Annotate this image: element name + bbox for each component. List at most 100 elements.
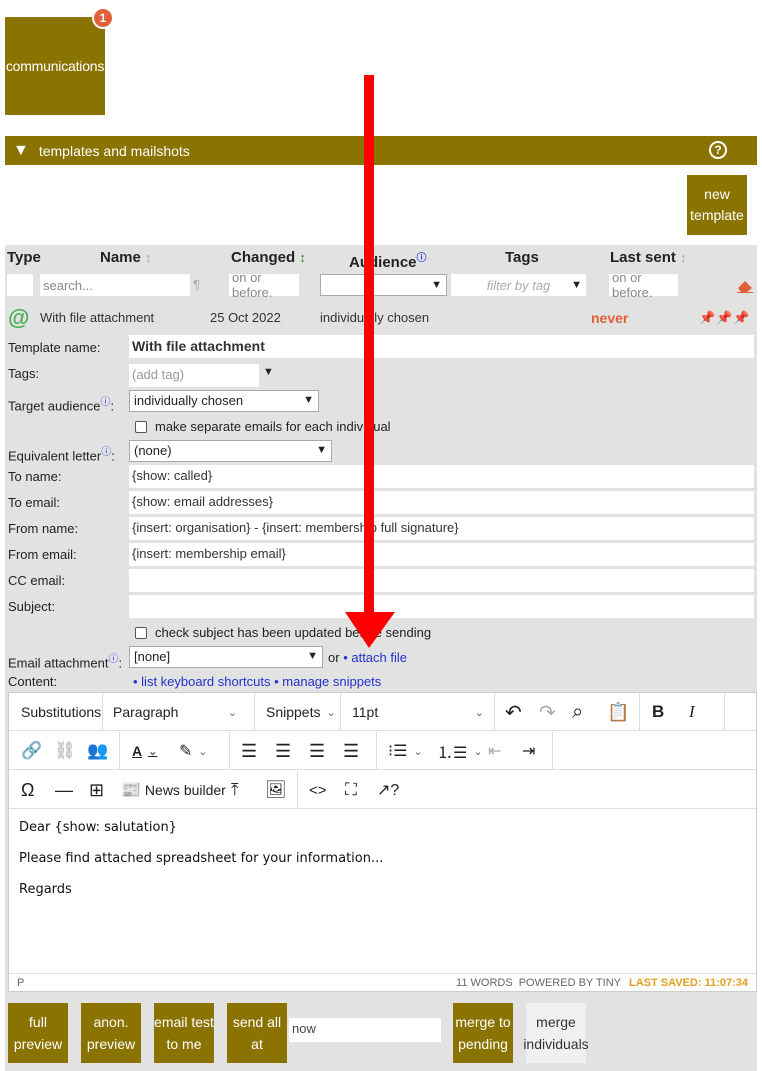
image-icon[interactable]: 🖼 bbox=[265, 771, 287, 809]
text-color-icon[interactable]: A ⌄ bbox=[132, 732, 157, 770]
special-char-icon[interactable]: Ω bbox=[21, 771, 34, 809]
type-filter[interactable] bbox=[7, 274, 33, 296]
editor-content[interactable]: Dear {show: salutation} Please find atta… bbox=[9, 810, 756, 923]
align-justify-icon[interactable]: ☰ bbox=[343, 732, 359, 770]
subject-input[interactable] bbox=[129, 595, 754, 618]
template-name-input[interactable]: With file attachment bbox=[129, 335, 754, 358]
new-template-button[interactable]: new template bbox=[687, 175, 747, 235]
upload-icon[interactable]: ⤒ bbox=[231, 771, 239, 809]
numbered-list-icon[interactable]: ⒈☰ ⌄ bbox=[437, 732, 483, 770]
anon-preview-button[interactable]: anon. preview bbox=[81, 1003, 141, 1063]
changed-filter-input[interactable]: on or before. bbox=[229, 270, 299, 300]
email-test-button[interactable]: email test to me bbox=[154, 1003, 214, 1063]
pin-icon[interactable]: 📌 bbox=[699, 310, 715, 326]
email-type-icon: @ bbox=[8, 305, 30, 330]
font-size-select[interactable]: 11pt ⌄ bbox=[352, 693, 484, 731]
tags-filter-select[interactable]: filter by tag ▼ bbox=[451, 274, 586, 296]
snippets-menu[interactable]: Snippets ⌄ bbox=[266, 693, 336, 731]
help-icon[interactable]: ⓘ bbox=[417, 253, 427, 264]
pin-icon[interactable]: 📌 bbox=[733, 310, 749, 326]
column-name-label: Name bbox=[100, 249, 141, 266]
tags-input[interactable]: (add tag) bbox=[129, 364, 259, 387]
send-time-input[interactable]: now bbox=[289, 1018, 441, 1042]
send-all-at-button[interactable]: send all at bbox=[227, 1003, 287, 1063]
list-shortcuts-link[interactable]: • list keyboard shortcuts bbox=[133, 674, 271, 689]
help-icon[interactable]: ⓘ bbox=[101, 397, 111, 408]
audience-filter-select[interactable]: ▼ bbox=[320, 274, 447, 296]
element-path[interactable]: P bbox=[17, 977, 24, 989]
word-count[interactable]: 11 WORDS bbox=[456, 977, 513, 989]
unlink-icon[interactable]: ⛓ bbox=[54, 732, 76, 770]
external-help-icon[interactable]: ↗? bbox=[377, 771, 399, 809]
from-email-input[interactable]: {insert: membership email} bbox=[129, 543, 754, 566]
column-audience-label: Audience bbox=[349, 254, 417, 271]
bullet-list-icon[interactable]: ⁝☰ ⌄ bbox=[388, 732, 423, 770]
collapse-triangle-icon[interactable]: ▼ bbox=[13, 142, 29, 160]
target-audience-select[interactable]: individually chosen ▼ bbox=[129, 390, 319, 412]
source-code-icon[interactable]: <> bbox=[309, 771, 327, 809]
tags-dropdown-icon[interactable]: ▼ bbox=[263, 366, 274, 378]
bold-button[interactable]: B bbox=[652, 693, 664, 731]
attachment-select[interactable]: [none] ▼ bbox=[129, 646, 323, 668]
separate-emails-checkbox[interactable]: make separate emails for each individual bbox=[135, 419, 391, 434]
pin-icon[interactable]: 📌 bbox=[716, 310, 732, 326]
sort-icon[interactable]: ↕ bbox=[145, 250, 152, 265]
to-email-input[interactable]: {show: email addresses} bbox=[129, 491, 754, 514]
full-preview-button[interactable]: full preview bbox=[8, 1003, 68, 1063]
redo-icon[interactable]: ↷ bbox=[539, 693, 556, 731]
manage-snippets-link[interactable]: • manage snippets bbox=[274, 674, 381, 689]
help-icon[interactable]: ⓘ bbox=[101, 447, 111, 458]
attach-file-link[interactable]: • attach file bbox=[343, 650, 407, 665]
align-center-icon[interactable]: ☰ bbox=[275, 732, 291, 770]
outdent-icon[interactable]: ⇤ bbox=[488, 732, 501, 770]
table-icon[interactable]: ⊞ bbox=[89, 771, 104, 809]
section-header[interactable]: ▼ templates and mailshots ? bbox=[5, 136, 757, 165]
name-search-input[interactable]: search... bbox=[40, 274, 190, 296]
fullscreen-icon[interactable]: ⛶ bbox=[345, 771, 357, 809]
merge-pending-button[interactable]: merge to pending bbox=[453, 1003, 513, 1063]
italic-button[interactable]: I bbox=[689, 693, 695, 731]
last-sent-filter-input[interactable]: on or before. bbox=[609, 270, 678, 300]
tags-placeholder: filter by tag bbox=[486, 277, 551, 293]
check-subject-checkbox[interactable]: check subject has been updated before se… bbox=[135, 625, 431, 640]
equivalent-letter-text: Equivalent letter bbox=[8, 448, 102, 464]
align-right-icon[interactable]: ☰ bbox=[309, 732, 325, 770]
checkbox[interactable] bbox=[135, 420, 147, 433]
undo-icon[interactable]: ↶ bbox=[505, 693, 522, 731]
indent-icon[interactable]: ⇥ bbox=[522, 732, 535, 770]
paragraph-select[interactable]: Paragraph ⌄ bbox=[113, 693, 243, 731]
link-icon[interactable]: 🔗 bbox=[21, 732, 42, 770]
highlight-icon[interactable]: ✎ ⌄ bbox=[179, 732, 208, 770]
rich-text-editor[interactable]: Substitutions Paragraph ⌄ Snippets ⌄ 11pt ⌄… bbox=[8, 692, 757, 992]
news-builder-button[interactable]: 📰 News builder bbox=[121, 771, 226, 809]
column-changed[interactable]: Changed ↕ bbox=[231, 249, 306, 266]
paste-icon[interactable]: 📋 bbox=[607, 693, 629, 731]
table-row[interactable]: @ With file attachment 25 Oct 2022 indiv… bbox=[5, 305, 757, 331]
sort-icon[interactable]: ↕ bbox=[680, 250, 687, 265]
search-placeholder: search... bbox=[43, 277, 93, 293]
substitutions-menu[interactable]: Substitutions bbox=[21, 693, 101, 731]
cc-email-input[interactable] bbox=[129, 569, 754, 592]
anchor-icon[interactable]: 👥 bbox=[87, 732, 108, 770]
communications-tile[interactable]: communications bbox=[5, 17, 105, 115]
help-icon[interactable]: ⓘ bbox=[108, 654, 118, 665]
column-name[interactable]: Name ↕ bbox=[100, 249, 152, 266]
equivalent-letter-select[interactable]: (none) ▼ bbox=[129, 440, 332, 462]
merge-individuals-button[interactable]: merge individuals bbox=[523, 1003, 589, 1063]
column-last-sent[interactable]: Last sent ↕ bbox=[610, 249, 687, 266]
row-name[interactable]: With file attachment bbox=[40, 310, 154, 325]
powered-by[interactable]: POWERED BY TINY bbox=[519, 977, 621, 989]
paragraph-icon[interactable]: ¶ bbox=[193, 277, 200, 292]
align-left-icon[interactable]: ☰ bbox=[241, 732, 257, 770]
column-audience[interactable]: Audienceⓘ bbox=[349, 249, 427, 271]
from-email-label: From email: bbox=[8, 547, 77, 562]
horizontal-rule-icon[interactable]: — bbox=[55, 771, 73, 809]
sort-active-icon[interactable]: ↕ bbox=[299, 250, 306, 265]
to-name-input[interactable]: {show: called} bbox=[129, 465, 754, 488]
checkbox[interactable] bbox=[135, 626, 147, 639]
from-name-input[interactable]: {insert: organisation} - {insert: member… bbox=[129, 517, 754, 540]
eraser-icon[interactable] bbox=[736, 279, 754, 293]
help-icon[interactable]: ? bbox=[709, 141, 727, 159]
search-icon[interactable]: ⌕ bbox=[572, 693, 583, 731]
row-audience: individually chosen bbox=[320, 310, 430, 325]
